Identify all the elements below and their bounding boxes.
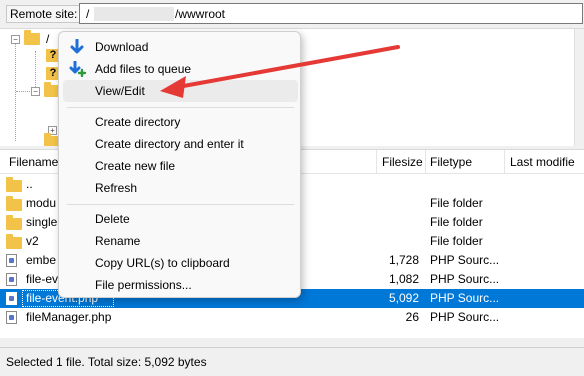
- menu-separator: [67, 204, 294, 205]
- menu-item-label: Create directory and enter it: [95, 137, 244, 151]
- tree-folder-node[interactable]: −: [31, 82, 60, 99]
- collapse-icon[interactable]: −: [11, 34, 20, 44]
- menu-item-create-directory[interactable]: Create directory: [63, 111, 298, 133]
- file-size: 1,082: [388, 272, 419, 286]
- file-name: fileManager.php: [26, 310, 112, 324]
- file-name: single: [26, 215, 58, 229]
- menu-item-file-permissions[interactable]: File permissions...: [63, 274, 298, 296]
- menu-item-download[interactable]: Download: [63, 36, 298, 58]
- column-divider[interactable]: [504, 150, 505, 174]
- tree-root-node[interactable]: − /: [11, 30, 50, 47]
- menu-item-create-new-file[interactable]: Create new file: [63, 155, 298, 177]
- file-type: File folder: [430, 196, 483, 210]
- add-to-queue-icon: [69, 60, 87, 80]
- menu-item-label: Rename: [95, 234, 141, 248]
- file-type: File folder: [430, 234, 483, 248]
- tree-root-label: /: [46, 32, 50, 46]
- context-menu: Download Add files to queue View/Edit Cr…: [58, 31, 301, 298]
- php-file-icon: [6, 311, 17, 324]
- status-text: Selected 1 file. Total size: 5,092 bytes: [6, 355, 207, 369]
- menu-item-label: Add files to queue: [95, 62, 192, 76]
- download-arrow-icon: [69, 38, 85, 58]
- folder-icon: [6, 215, 22, 230]
- menu-item-label: Copy URL(s) to clipboard: [95, 256, 230, 270]
- php-file-icon: [6, 254, 17, 267]
- menu-item-copy-url[interactable]: Copy URL(s) to clipboard: [63, 252, 298, 274]
- menu-item-label: Create directory: [95, 115, 181, 129]
- file-type: PHP Sourc...: [430, 253, 500, 267]
- menu-item-label: Create new file: [95, 159, 176, 173]
- column-divider[interactable]: [425, 150, 426, 174]
- file-name: v2: [26, 234, 39, 248]
- folder-icon: [6, 234, 22, 249]
- remote-path-prefix: /: [86, 7, 90, 21]
- menu-item-delete[interactable]: Delete: [63, 208, 298, 230]
- menu-item-view-edit[interactable]: View/Edit: [63, 80, 298, 102]
- file-size: 1,728: [388, 253, 419, 267]
- php-file-icon: [6, 273, 17, 286]
- file-list-scrollbar[interactable]: [0, 338, 584, 347]
- menu-item-rename[interactable]: Rename: [63, 230, 298, 252]
- menu-item-create-directory-enter[interactable]: Create directory and enter it: [63, 133, 298, 155]
- menu-item-label: View/Edit: [95, 84, 145, 98]
- menu-item-refresh[interactable]: Refresh: [63, 177, 298, 199]
- menu-separator: [67, 107, 294, 108]
- tree-guide-line: [16, 91, 30, 92]
- menu-item-label: Download: [95, 40, 149, 54]
- column-filesize[interactable]: Filesize: [382, 155, 423, 169]
- remote-path-input[interactable]: / /wwwroot: [79, 3, 583, 24]
- menu-item-label: File permissions...: [95, 278, 192, 292]
- column-divider[interactable]: [376, 150, 377, 174]
- file-name: embe: [26, 253, 57, 267]
- menu-item-label: Refresh: [95, 181, 138, 195]
- remote-path-suffix: /wwwroot: [175, 7, 226, 21]
- collapse-icon[interactable]: −: [31, 86, 40, 96]
- column-filename[interactable]: Filename: [9, 155, 58, 169]
- file-type: File folder: [430, 215, 483, 229]
- tree-scrollbar[interactable]: [574, 29, 584, 147]
- remote-site-bar: Remote site: / /wwwroot: [0, 0, 584, 28]
- column-last-modified[interactable]: Last modifie: [510, 155, 575, 169]
- file-row[interactable]: fileManager.php 26 PHP Sourc...: [0, 308, 584, 327]
- folder-icon: [24, 30, 40, 45]
- column-filetype[interactable]: Filetype: [430, 155, 472, 169]
- remote-site-label: Remote site:: [6, 5, 82, 23]
- menu-item-add-to-queue[interactable]: Add files to queue: [63, 58, 298, 80]
- file-size: 5,092: [388, 291, 419, 305]
- file-name: ..: [26, 177, 33, 191]
- file-type: PHP Sourc...: [430, 310, 500, 324]
- file-type: PHP Sourc...: [430, 272, 500, 286]
- redacted-path-segment: [94, 7, 174, 21]
- folder-icon: [6, 177, 22, 192]
- menu-item-label: Delete: [95, 212, 130, 226]
- php-file-icon: [6, 292, 17, 305]
- file-size: 26: [405, 310, 419, 324]
- file-type: PHP Sourc...: [430, 291, 500, 305]
- file-name: modu: [26, 196, 57, 210]
- folder-icon: [6, 196, 22, 211]
- status-bar: Selected 1 file. Total size: 5,092 bytes: [0, 347, 584, 376]
